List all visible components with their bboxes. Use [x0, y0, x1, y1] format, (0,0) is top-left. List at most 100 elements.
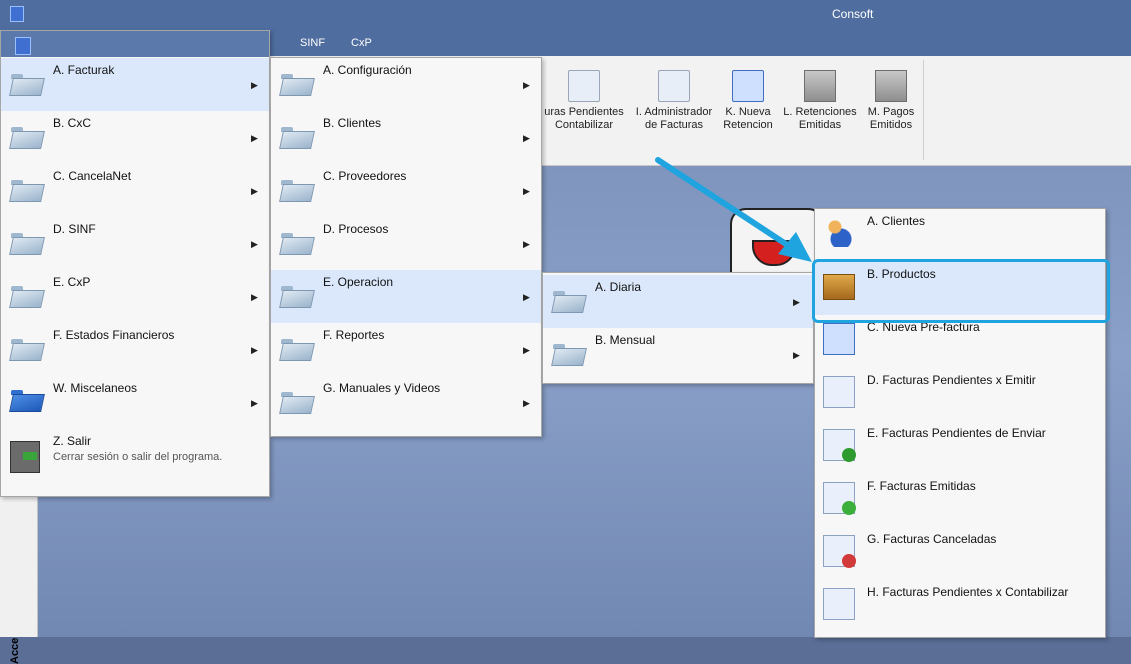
mascot-logo [730, 208, 824, 282]
ribbon-button-label: K. Nueva Retencion [723, 106, 773, 131]
menu-item-label: A. Clientes [867, 214, 926, 228]
submenu-arrow-icon: ▶ [251, 239, 258, 249]
menu-item-label: F. Facturas Emitidas [867, 479, 976, 493]
menu-item-pendientes-contabilizar[interactable]: H. Facturas Pendientes x Contabilizar [815, 580, 1105, 633]
submenu-arrow-icon: ▶ [251, 133, 258, 143]
menu-item-procesos[interactable]: D. Procesos ▶ [271, 217, 541, 270]
stamp-icon [875, 70, 907, 102]
folder-icon [281, 284, 311, 306]
menu-item-label: E. Operacion [323, 275, 394, 289]
menu-item-label: Z. Salir [53, 434, 92, 448]
folder-icon [11, 284, 41, 306]
app-icon [15, 37, 31, 55]
ribbon-button-label: L. Retenciones Emitidas [783, 106, 857, 131]
ribbon-button-administrador-facturas[interactable]: I. Administrador de Facturas [630, 70, 718, 132]
menu-item-cxc[interactable]: B. CxC ▶ [1, 111, 269, 164]
folder-icon [281, 178, 311, 200]
check-badge [842, 501, 856, 515]
clients-icon [823, 217, 853, 247]
side-panel-label: Acce [9, 637, 21, 664]
clock-document-icon [823, 588, 855, 620]
menu-item-description: Cerrar sesión o salir del programa. [53, 451, 223, 463]
menu-item-label: C. Proveedores [323, 169, 407, 183]
menu-item-label: C. CancelaNet [53, 169, 132, 183]
stamp-icon [804, 70, 836, 102]
blue-folder-icon [11, 388, 41, 410]
new-document-icon [732, 70, 764, 102]
folder-icon [281, 125, 311, 147]
menu-item-label: B. Mensual [595, 333, 656, 347]
submenu-arrow-icon: ▶ [523, 186, 530, 196]
tab-cxp[interactable]: CxP [351, 37, 372, 49]
app-icon[interactable] [10, 6, 24, 22]
menu-item-cancelanet[interactable]: C. CancelaNet ▶ [1, 164, 269, 217]
clock-document-icon [823, 376, 855, 408]
mascot-mouth [752, 240, 796, 266]
menu-item-sinf[interactable]: D. SINF ▶ [1, 217, 269, 270]
document-icon [658, 70, 690, 102]
submenu-arrow-icon: ▶ [251, 345, 258, 355]
folder-icon [11, 72, 41, 94]
tab-sinf[interactable]: SINF [300, 37, 325, 49]
submenu-arrow-icon: ▶ [251, 398, 258, 408]
ribbon-button-pagos-emitidos[interactable]: M. Pagos Emitidos [862, 70, 920, 132]
menu-item-label: G. Facturas Canceladas [867, 532, 997, 546]
menu-item-pendientes-emitir[interactable]: D. Facturas Pendientes x Emitir [815, 368, 1105, 421]
submenu-arrow-icon: ▶ [251, 80, 258, 90]
menu-item-reportes[interactable]: F. Reportes ▶ [271, 323, 541, 376]
new-document-icon [823, 323, 855, 355]
menu-item-cxp[interactable]: E. CxP ▶ [1, 270, 269, 323]
menu-item-label: H. Facturas Pendientes x Contabilizar [867, 585, 1069, 599]
menu-item-miscelaneos[interactable]: W. Miscelaneos ▶ [1, 376, 269, 429]
menu-item-label: D. SINF [53, 222, 96, 236]
folder-icon [11, 178, 41, 200]
menu-item-label: A. Diaria [595, 280, 642, 294]
menu-item-label: G. Manuales y Videos [323, 381, 441, 395]
menu-item-label: W. Miscelaneos [53, 381, 138, 395]
menu-item-salir[interactable]: Z. Salir Cerrar sesión o salir del progr… [1, 429, 269, 482]
menu-item-mensual[interactable]: B. Mensual ▶ [543, 328, 813, 381]
title-bar: Consoft [0, 0, 1131, 28]
menu-item-facturas-emitidas[interactable]: F. Facturas Emitidas [815, 474, 1105, 527]
ribbon-button-nueva-retencion[interactable]: K. Nueva Retencion [720, 70, 776, 132]
application-menu-header [1, 31, 269, 57]
folder-icon [281, 337, 311, 359]
ribbon-button-pendientes-contabilizar[interactable]: uras Pendientes Contabilizar [538, 70, 630, 132]
ribbon-button-label: M. Pagos Emitidos [867, 106, 915, 131]
menu-item-facturas-canceladas[interactable]: G. Facturas Canceladas [815, 527, 1105, 580]
operacion-submenu: A. Diaria ▶ B. Mensual ▶ [542, 272, 814, 384]
menu-item-label: A. Configuración [323, 63, 412, 77]
menu-item-diaria[interactable]: A. Diaria ▶ [543, 275, 813, 328]
menu-item-proveedores[interactable]: C. Proveedores ▶ [271, 164, 541, 217]
menu-item-estados-financieros[interactable]: F. Estados Financieros ▶ [1, 323, 269, 376]
menu-item-manuales-videos[interactable]: G. Manuales y Videos ▶ [271, 376, 541, 429]
menu-item-label: F. Estados Financieros [53, 328, 175, 342]
menu-item-label: D. Procesos [323, 222, 389, 236]
menu-item-label: D. Facturas Pendientes x Emitir [867, 373, 1036, 387]
menu-item-clientes-diaria[interactable]: A. Clientes [815, 209, 1105, 262]
facturak-submenu: A. Configuración ▶ B. Clientes ▶ C. Prov… [270, 57, 542, 437]
cancel-document-icon [823, 535, 856, 568]
menu-item-label: B. Clientes [323, 116, 382, 130]
ribbon-button-retenciones-emitidas[interactable]: L. Retenciones Emitidas [780, 70, 860, 132]
submenu-arrow-icon: ▶ [523, 133, 530, 143]
folder-icon [281, 231, 311, 253]
menu-item-label: F. Reportes [323, 328, 385, 342]
menu-item-configuracion[interactable]: A. Configuración ▶ [271, 58, 541, 111]
menu-item-label: B. CxC [53, 116, 92, 130]
cancel-badge [842, 554, 856, 568]
menu-item-clientes[interactable]: B. Clientes ▶ [271, 111, 541, 164]
menu-item-pendientes-enviar[interactable]: E. Facturas Pendientes de Enviar [815, 421, 1105, 474]
ribbon-divider [923, 60, 924, 160]
submenu-arrow-icon: ▶ [523, 292, 530, 302]
menu-item-label: E. CxP [53, 275, 91, 289]
highlight-box [812, 259, 1110, 323]
submenu-arrow-icon: ▶ [793, 350, 800, 360]
menu-item-facturak[interactable]: A. Facturak ▶ [1, 58, 269, 111]
menu-item-label: A. Facturak [53, 63, 115, 77]
folder-icon [11, 337, 41, 359]
folder-icon [281, 390, 311, 412]
menu-item-operacion[interactable]: E. Operacion ▶ [271, 270, 541, 323]
application-menu: A. Facturak ▶ B. CxC ▶ C. CancelaNet ▶ D… [0, 30, 270, 497]
ribbon-button-label: I. Administrador de Facturas [635, 106, 713, 131]
